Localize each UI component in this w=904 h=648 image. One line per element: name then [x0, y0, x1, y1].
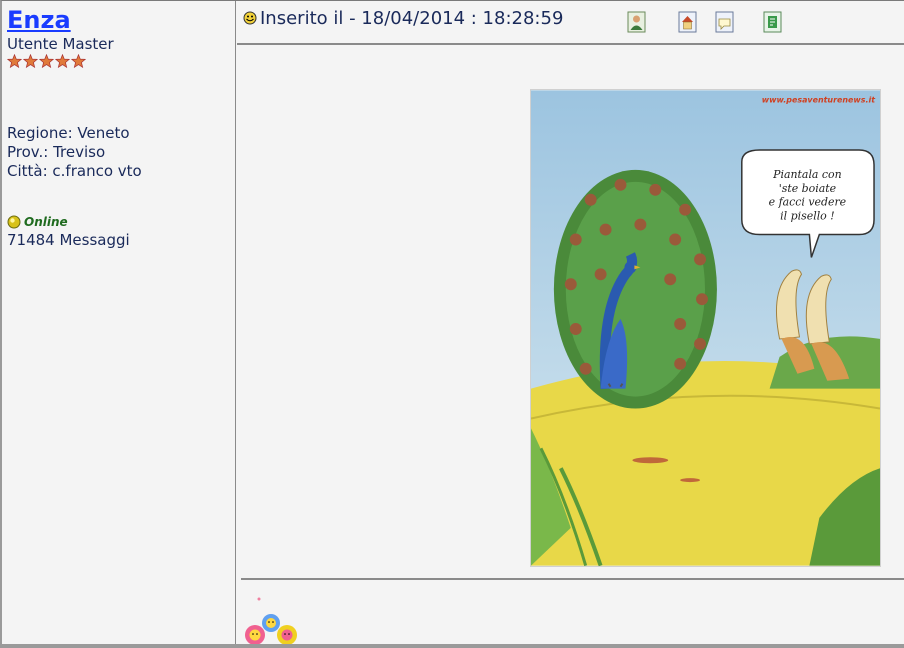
online-status: Online: [7, 215, 235, 229]
flowers-signature-icon: [245, 597, 297, 645]
speech-line-2: 'ste boiate: [779, 182, 836, 195]
author-region: Regione: Veneto: [7, 124, 130, 142]
online-status-label: Online: [24, 215, 68, 229]
author-location: Regione: Veneto Prov.: Treviso Città: c.…: [7, 124, 235, 181]
author-name-link[interactable]: Enza: [7, 7, 71, 33]
post-panel: Inserito il - 18/04/2014 : 18:28:59 Pian…: [237, 1, 904, 648]
post-header: Inserito il - 18/04/2014 : 18:28:59: [237, 1, 904, 45]
online-dot-icon: [7, 215, 21, 229]
author-city: Città: c.franco vto: [7, 162, 142, 180]
speech-line-1: Piantala con: [772, 168, 841, 181]
star-icon: [71, 54, 86, 68]
author-rank: Utente Master: [7, 35, 114, 53]
bottom-border: [0, 644, 904, 648]
star-icon: [39, 54, 54, 68]
author-province: Prov.: Treviso: [7, 143, 106, 161]
speech-line-3: e facci vedere: [769, 196, 846, 209]
star-icon: [23, 54, 38, 68]
edit-icon[interactable]: [763, 11, 782, 33]
peacock-tail: [553, 169, 717, 409]
homepage-icon[interactable]: [678, 11, 697, 33]
speech-line-4: il pisello !: [780, 210, 834, 223]
profile-icon[interactable]: [627, 11, 646, 33]
peacock-cartoon-image: Piantala con 'ste boiate e facci vedere …: [530, 89, 881, 567]
author-panel: Enza Utente Master Regione: Veneto Prov.…: [2, 1, 236, 648]
rank-stars: [7, 54, 235, 68]
star-icon: [55, 54, 70, 68]
signature-separator: [241, 578, 904, 580]
star-icon: [7, 54, 22, 68]
smiley-icon: [243, 11, 257, 25]
quote-icon[interactable]: [715, 11, 734, 33]
posted-date: Inserito il - 18/04/2014 : 18:28:59: [260, 7, 564, 29]
image-watermark: www.pesaventurenews.it: [762, 95, 876, 104]
message-count: 71484 Messaggi: [7, 231, 130, 249]
